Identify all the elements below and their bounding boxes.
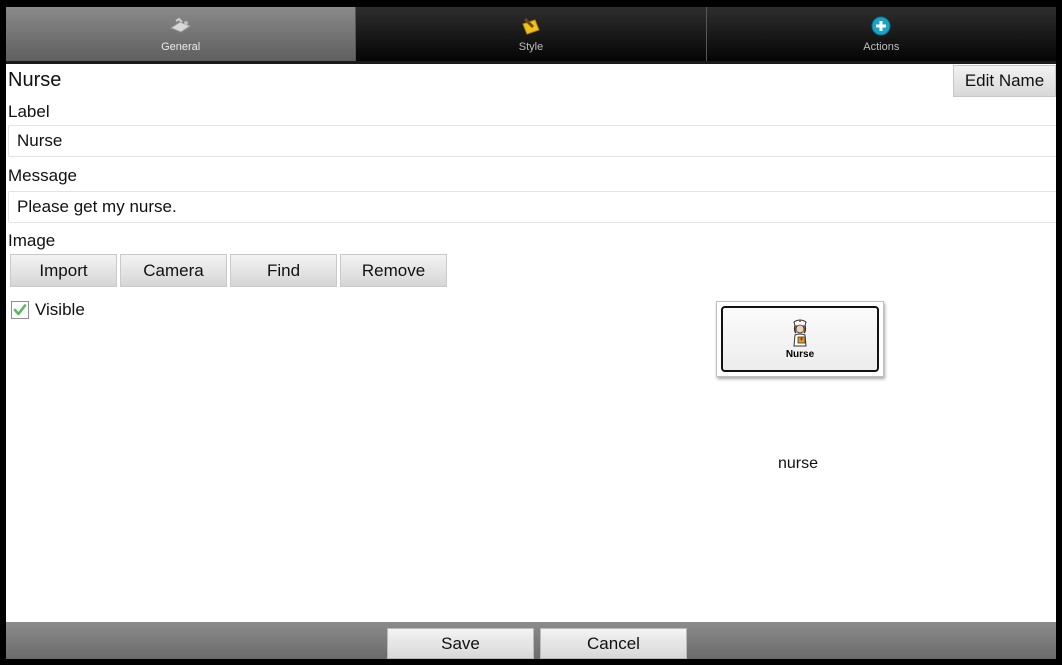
remove-button[interactable]: Remove [340,254,447,287]
message-caption: Message [8,166,77,185]
label-input[interactable] [8,125,1056,157]
visible-toggle[interactable]: Visible [11,300,85,320]
tab-label: Actions [863,41,900,53]
edit-name-button[interactable]: Edit Name [953,65,1056,97]
button-editor-window: General Style Actions Nurse Edit Name La… [6,7,1056,659]
preview-label: Nurse [785,349,815,360]
label-caption: Label [8,102,50,121]
preview-button-face: Nurse [721,306,879,372]
button-preview: Nurse [716,301,884,377]
image-caption: Image [8,231,56,250]
general-icon [168,15,194,37]
cancel-button[interactable]: Cancel [540,628,687,659]
tab-actions[interactable]: Actions [705,7,1056,61]
camera-button[interactable]: Camera [120,254,227,287]
tab-general[interactable]: General [6,7,356,61]
find-button[interactable]: Find [230,254,337,287]
tab-bar: General Style Actions [6,7,1056,61]
save-button[interactable]: Save [387,628,534,659]
tab-label: General [161,41,201,53]
tab-style[interactable]: Style [355,7,705,61]
bottom-action-bar: Save Cancel [6,622,1056,659]
button-name-title: Nurse [8,69,62,91]
checkmark-icon [13,304,27,316]
visible-label: Visible [35,300,85,319]
add-circle-icon [870,15,892,37]
tab-label: Style [518,41,544,53]
image-name-text: nurse [778,455,819,472]
nurse-icon [793,319,807,347]
tab-divider [6,61,1056,64]
message-input[interactable] [8,191,1056,223]
style-brush-icon [519,15,543,37]
visible-checkbox[interactable] [11,301,29,319]
import-button[interactable]: Import [10,254,117,287]
